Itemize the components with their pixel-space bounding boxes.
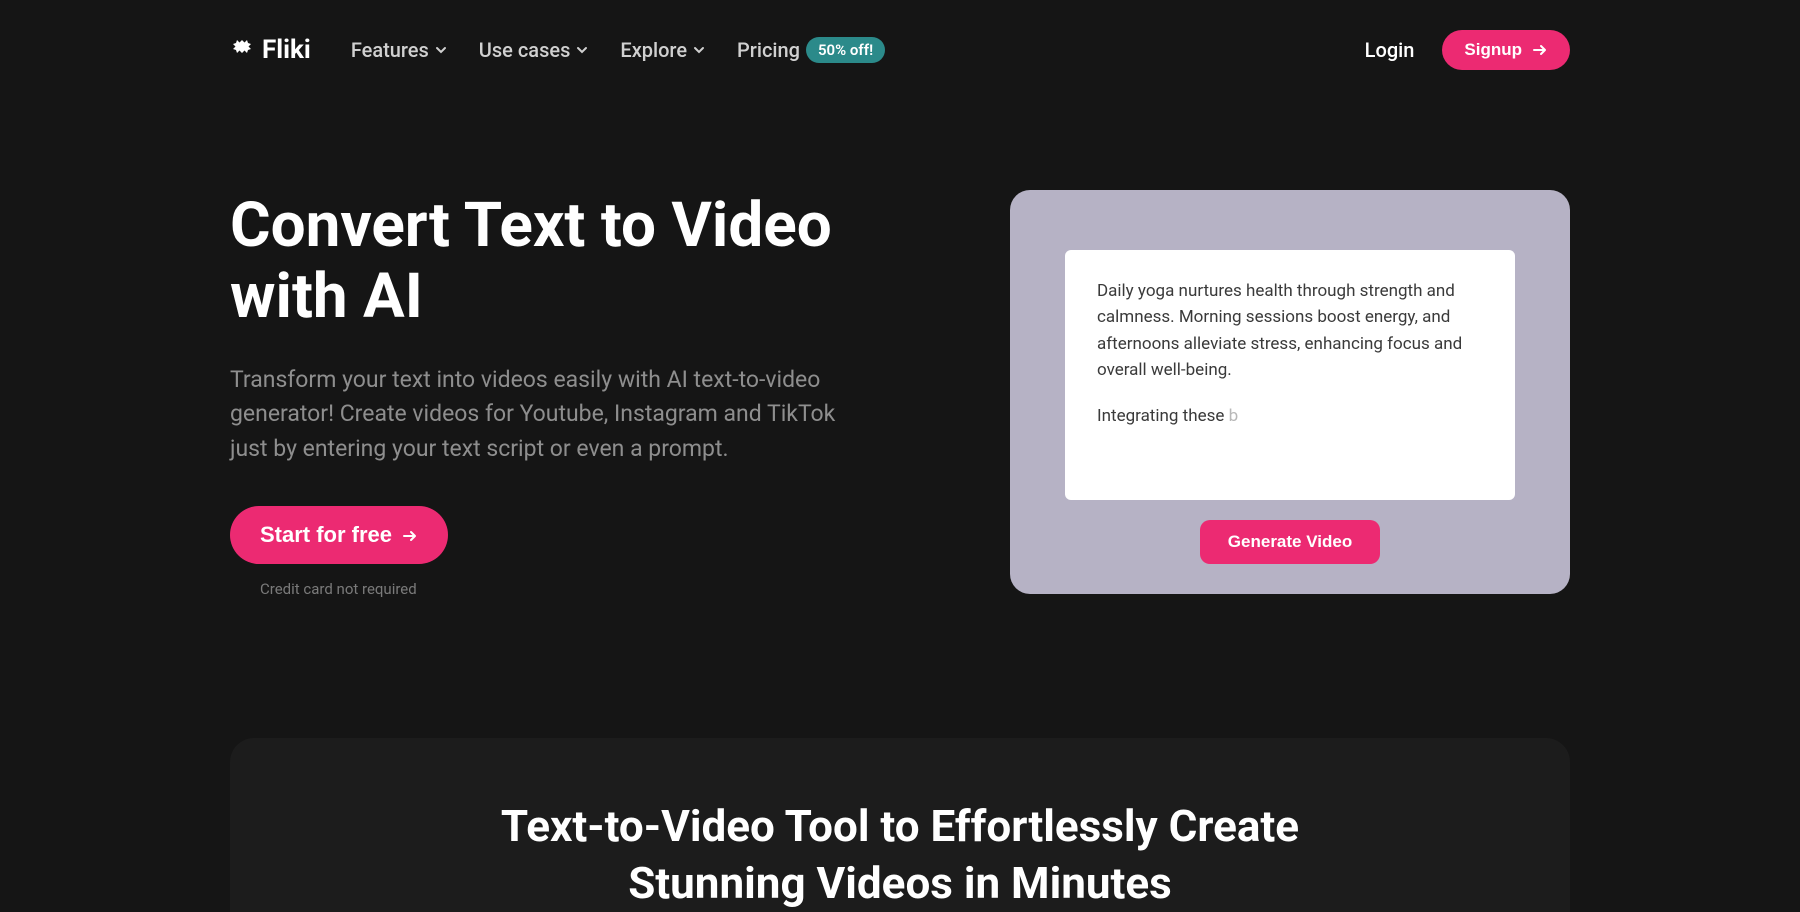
login-link[interactable]: Login [1365,38,1415,62]
hero-right: Daily yoga nurtures health through stren… [1010,190,1570,594]
logo-text: Fliki [262,35,311,65]
generate-wrapper: Generate Video [1065,520,1515,564]
hero-title: Convert Text to Video with AI [230,190,930,333]
nav-label: Use cases [479,38,571,62]
nav-usecases[interactable]: Use cases [479,38,589,62]
nav-features[interactable]: Features [351,38,447,62]
chevron-down-icon [576,44,588,56]
credit-card-note: Credit card not required [230,580,930,598]
signup-button[interactable]: Signup [1442,30,1570,70]
nav-explore[interactable]: Explore [620,38,705,62]
hero-subtitle: Transform your text into videos easily w… [230,363,870,467]
chevron-down-icon [435,44,447,56]
start-label: Start for free [260,522,392,548]
nav-label: Features [351,38,429,62]
discount-badge: 50% off! [806,37,885,63]
navbar: Fliki Features Use cases Explore [230,0,1570,100]
nav-label: Explore [620,38,687,62]
demo-paragraph-1: Daily yoga nurtures health through stren… [1097,278,1483,383]
nav-label: Pricing [737,38,800,62]
generate-video-button[interactable]: Generate Video [1200,520,1380,564]
section-tool: Text-to-Video Tool to Effortlessly Creat… [230,738,1570,912]
nav-right: Login Signup [1365,30,1570,70]
section-tool-title: Text-to-Video Tool to Effortlessly Creat… [270,798,1530,912]
demo-card: Daily yoga nurtures health through stren… [1010,190,1570,594]
logo-icon [230,38,254,62]
arrow-right-icon [1532,42,1548,58]
demo-textarea[interactable]: Daily yoga nurtures health through stren… [1065,250,1515,500]
nav-links: Features Use cases Explore [351,37,885,63]
arrow-right-icon [402,527,418,543]
signup-label: Signup [1464,40,1522,60]
nav-pricing[interactable]: Pricing 50% off! [737,37,885,63]
hero: Convert Text to Video with AI Transform … [230,100,1570,598]
start-free-button[interactable]: Start for free [230,506,448,564]
chevron-down-icon [693,44,705,56]
nav-left: Fliki Features Use cases Explore [230,35,885,65]
hero-left: Convert Text to Video with AI Transform … [230,190,930,598]
logo[interactable]: Fliki [230,35,311,65]
demo-paragraph-2: Integrating these b [1097,403,1483,429]
